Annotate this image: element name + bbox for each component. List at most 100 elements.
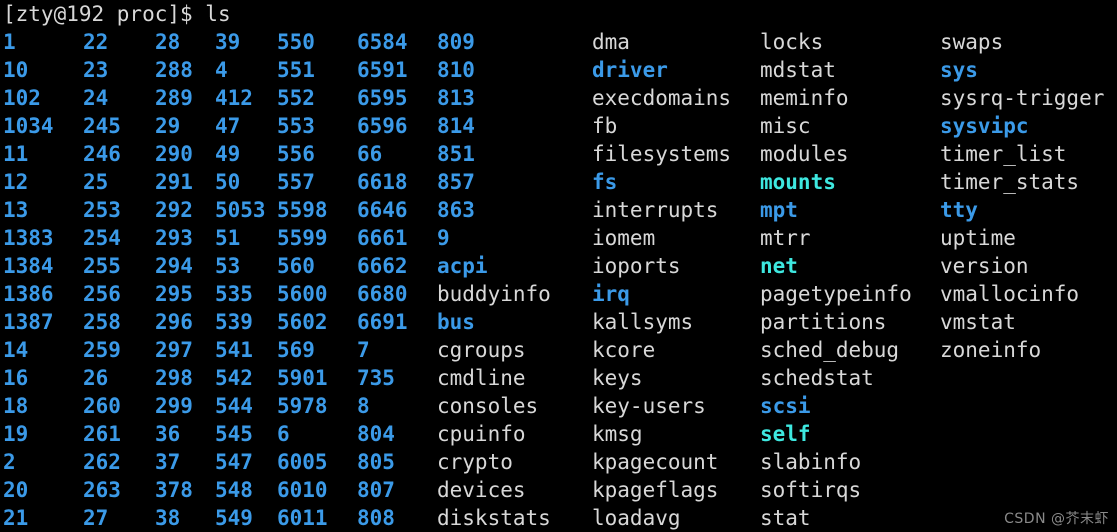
ls-entry-66[interactable]: 66 bbox=[357, 140, 382, 168]
ls-entry-1386[interactable]: 1386 bbox=[3, 280, 54, 308]
ls-entry-devices[interactable]: devices bbox=[437, 476, 526, 504]
ls-entry-37[interactable]: 37 bbox=[155, 448, 180, 476]
ls-entry-810[interactable]: 810 bbox=[437, 56, 475, 84]
ls-entry-7[interactable]: 7 bbox=[357, 336, 370, 364]
ls-entry-29[interactable]: 29 bbox=[155, 112, 180, 140]
ls-entry-27[interactable]: 27 bbox=[83, 504, 108, 532]
ls-entry-5053[interactable]: 5053 bbox=[215, 196, 266, 224]
ls-entry-20[interactable]: 20 bbox=[3, 476, 28, 504]
ls-entry-22[interactable]: 22 bbox=[83, 28, 108, 56]
ls-entry-1387[interactable]: 1387 bbox=[3, 308, 54, 336]
ls-entry-version[interactable]: version bbox=[940, 252, 1029, 280]
ls-entry-6584[interactable]: 6584 bbox=[357, 28, 408, 56]
ls-entry-1384[interactable]: 1384 bbox=[3, 252, 54, 280]
ls-entry-softirqs[interactable]: softirqs bbox=[760, 476, 861, 504]
ls-entry-813[interactable]: 813 bbox=[437, 84, 475, 112]
ls-entry-sys[interactable]: sys bbox=[940, 56, 978, 84]
ls-entry-6011[interactable]: 6011 bbox=[277, 504, 328, 532]
ls-entry-857[interactable]: 857 bbox=[437, 168, 475, 196]
ls-entry-53[interactable]: 53 bbox=[215, 252, 240, 280]
ls-entry-1383[interactable]: 1383 bbox=[3, 224, 54, 252]
ls-entry-mpt[interactable]: mpt bbox=[760, 196, 798, 224]
ls-entry-ioports[interactable]: ioports bbox=[592, 252, 681, 280]
ls-entry-6661[interactable]: 6661 bbox=[357, 224, 408, 252]
ls-entry-735[interactable]: 735 bbox=[357, 364, 395, 392]
ls-entry-6010[interactable]: 6010 bbox=[277, 476, 328, 504]
ls-entry-49[interactable]: 49 bbox=[215, 140, 240, 168]
ls-entry-net[interactable]: net bbox=[760, 252, 798, 280]
ls-entry-mounts[interactable]: mounts bbox=[760, 168, 836, 196]
ls-entry-1[interactable]: 1 bbox=[3, 28, 16, 56]
ls-entry-keys[interactable]: keys bbox=[592, 364, 643, 392]
ls-entry-partitions[interactable]: partitions bbox=[760, 308, 886, 336]
ls-entry-stat[interactable]: stat bbox=[760, 504, 811, 532]
ls-entry-misc[interactable]: misc bbox=[760, 112, 811, 140]
ls-entry-51[interactable]: 51 bbox=[215, 224, 240, 252]
ls-entry-cmdline[interactable]: cmdline bbox=[437, 364, 526, 392]
ls-entry-289[interactable]: 289 bbox=[155, 84, 193, 112]
ls-entry-6618[interactable]: 6618 bbox=[357, 168, 408, 196]
ls-entry-293[interactable]: 293 bbox=[155, 224, 193, 252]
ls-entry-551[interactable]: 551 bbox=[277, 56, 315, 84]
ls-entry-261[interactable]: 261 bbox=[83, 420, 121, 448]
ls-entry-6[interactable]: 6 bbox=[277, 420, 290, 448]
ls-entry-filesystems[interactable]: filesystems bbox=[592, 140, 731, 168]
terminal-window[interactable]: [zty@192 proc]$ ls 1 22 28 39 550 6584 809 dma l… bbox=[0, 0, 1117, 532]
ls-entry-13[interactable]: 13 bbox=[3, 196, 28, 224]
ls-entry-iomem[interactable]: iomem bbox=[592, 224, 655, 252]
ls-entry-569[interactable]: 569 bbox=[277, 336, 315, 364]
ls-entry-5901[interactable]: 5901 bbox=[277, 364, 328, 392]
ls-entry-544[interactable]: 544 bbox=[215, 392, 253, 420]
ls-entry-9[interactable]: 9 bbox=[437, 224, 450, 252]
ls-entry-547[interactable]: 547 bbox=[215, 448, 253, 476]
ls-entry-timer_list[interactable]: timer_list bbox=[940, 140, 1066, 168]
ls-entry-25[interactable]: 25 bbox=[83, 168, 108, 196]
ls-entry-255[interactable]: 255 bbox=[83, 252, 121, 280]
ls-entry-6646[interactable]: 6646 bbox=[357, 196, 408, 224]
ls-entry-291[interactable]: 291 bbox=[155, 168, 193, 196]
ls-entry-5602[interactable]: 5602 bbox=[277, 308, 328, 336]
ls-entry-26[interactable]: 26 bbox=[83, 364, 108, 392]
ls-entry-sysvipc[interactable]: sysvipc bbox=[940, 112, 1029, 140]
ls-entry-294[interactable]: 294 bbox=[155, 252, 193, 280]
ls-entry-self[interactable]: self bbox=[760, 420, 811, 448]
ls-entry-38[interactable]: 38 bbox=[155, 504, 180, 532]
ls-entry-5599[interactable]: 5599 bbox=[277, 224, 328, 252]
ls-entry-consoles[interactable]: consoles bbox=[437, 392, 538, 420]
ls-entry-fb[interactable]: fb bbox=[592, 112, 617, 140]
ls-entry-driver[interactable]: driver bbox=[592, 56, 668, 84]
ls-entry-552[interactable]: 552 bbox=[277, 84, 315, 112]
ls-entry-299[interactable]: 299 bbox=[155, 392, 193, 420]
ls-entry-mdstat[interactable]: mdstat bbox=[760, 56, 836, 84]
ls-entry-290[interactable]: 290 bbox=[155, 140, 193, 168]
ls-entry-cpuinfo[interactable]: cpuinfo bbox=[437, 420, 526, 448]
ls-entry-804[interactable]: 804 bbox=[357, 420, 395, 448]
ls-entry-550[interactable]: 550 bbox=[277, 28, 315, 56]
ls-entry-6005[interactable]: 6005 bbox=[277, 448, 328, 476]
ls-entry-549[interactable]: 549 bbox=[215, 504, 253, 532]
ls-entry-6680[interactable]: 6680 bbox=[357, 280, 408, 308]
ls-entry-246[interactable]: 246 bbox=[83, 140, 121, 168]
ls-entry-dma[interactable]: dma bbox=[592, 28, 630, 56]
ls-entry-863[interactable]: 863 bbox=[437, 196, 475, 224]
ls-entry-5598[interactable]: 5598 bbox=[277, 196, 328, 224]
ls-entry-6591[interactable]: 6591 bbox=[357, 56, 408, 84]
ls-entry-548[interactable]: 548 bbox=[215, 476, 253, 504]
ls-entry-key-users[interactable]: key-users bbox=[592, 392, 706, 420]
ls-entry-21[interactable]: 21 bbox=[3, 504, 28, 532]
ls-entry-5978[interactable]: 5978 bbox=[277, 392, 328, 420]
ls-entry-556[interactable]: 556 bbox=[277, 140, 315, 168]
ls-entry-808[interactable]: 808 bbox=[357, 504, 395, 532]
ls-entry-36[interactable]: 36 bbox=[155, 420, 180, 448]
ls-entry-meminfo[interactable]: meminfo bbox=[760, 84, 849, 112]
ls-entry-12[interactable]: 12 bbox=[3, 168, 28, 196]
ls-entry-262[interactable]: 262 bbox=[83, 448, 121, 476]
ls-entry-acpi[interactable]: acpi bbox=[437, 252, 488, 280]
ls-entry-288[interactable]: 288 bbox=[155, 56, 193, 84]
ls-entry-slabinfo[interactable]: slabinfo bbox=[760, 448, 861, 476]
ls-entry-buddyinfo[interactable]: buddyinfo bbox=[437, 280, 551, 308]
ls-entry-807[interactable]: 807 bbox=[357, 476, 395, 504]
ls-entry-541[interactable]: 541 bbox=[215, 336, 253, 364]
ls-entry-295[interactable]: 295 bbox=[155, 280, 193, 308]
ls-entry-1034[interactable]: 1034 bbox=[3, 112, 54, 140]
